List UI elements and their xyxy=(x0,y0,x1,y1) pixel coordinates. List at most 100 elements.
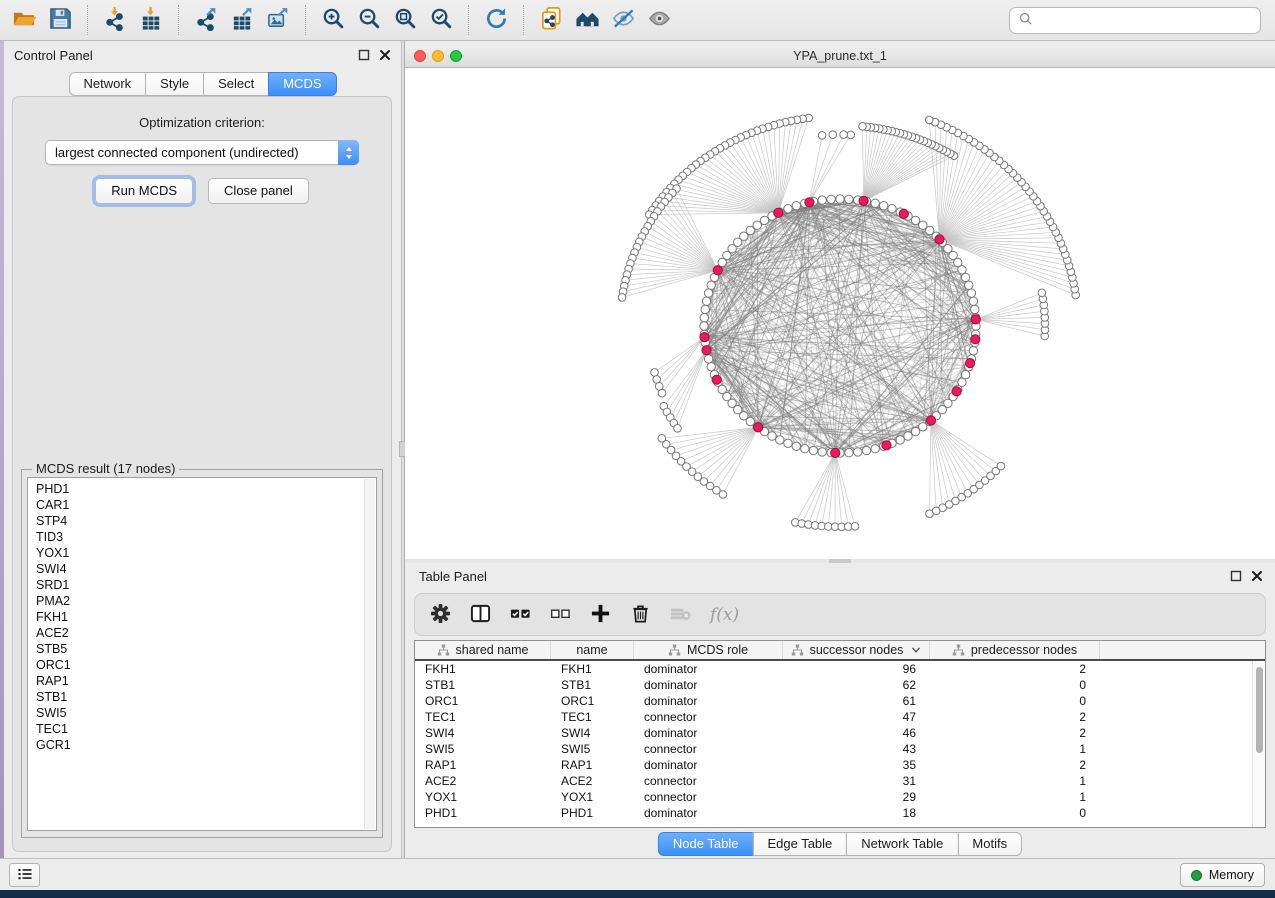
close-panel-icon[interactable] xyxy=(379,49,391,61)
column-header-shared-name[interactable]: shared name xyxy=(415,641,551,659)
deselect-all-rows-button[interactable] xyxy=(550,603,571,627)
zoom-in-button[interactable] xyxy=(315,3,351,37)
table-scrollbar-thumb[interactable] xyxy=(1256,667,1263,753)
table-cell[interactable]: FKH1 xyxy=(415,661,551,677)
table-cell[interactable]: 2 xyxy=(930,757,1100,773)
table-cell[interactable]: SWI4 xyxy=(551,725,634,741)
tab-network-table[interactable]: Network Table xyxy=(846,832,958,856)
close-mcds-panel-button[interactable]: Close panel xyxy=(208,178,309,204)
table-cell[interactable]: dominator xyxy=(634,805,783,821)
table-cell[interactable]: 1 xyxy=(930,789,1100,805)
network-overview-button[interactable] xyxy=(569,3,605,37)
mcds-result-item[interactable]: ACE2 xyxy=(36,625,376,641)
table-cell[interactable]: 0 xyxy=(930,693,1100,709)
table-settings-button[interactable] xyxy=(430,603,451,627)
mcds-result-item[interactable]: YOX1 xyxy=(36,545,376,561)
search-input[interactable] xyxy=(1039,13,1252,28)
table-cell[interactable]: PHD1 xyxy=(551,805,634,821)
table-cell[interactable]: ORC1 xyxy=(551,693,634,709)
delete-table-button[interactable] xyxy=(670,603,691,627)
tab-edge-table[interactable]: Edge Table xyxy=(752,832,847,856)
result-list-scrollbar[interactable] xyxy=(364,479,375,829)
table-cell[interactable]: dominator xyxy=(634,661,783,677)
export-network-button[interactable] xyxy=(188,3,224,37)
table-cell[interactable]: 29 xyxy=(783,789,930,805)
table-cell[interactable]: STB1 xyxy=(551,677,634,693)
memory-button[interactable]: Memory xyxy=(1180,863,1265,887)
select-all-rows-button[interactable] xyxy=(510,603,531,627)
table-cell[interactable]: YOX1 xyxy=(551,789,634,805)
table-cell[interactable]: ACE2 xyxy=(415,773,551,789)
table-cell[interactable]: SWI4 xyxy=(415,725,551,741)
mcds-result-item[interactable]: TID3 xyxy=(36,529,376,545)
table-cell[interactable]: 96 xyxy=(783,661,930,677)
table-cell[interactable]: 1 xyxy=(930,741,1100,757)
column-header-predecessor-nodes[interactable]: predecessor nodes xyxy=(930,641,1100,659)
mcds-result-item[interactable]: STB5 xyxy=(36,641,376,657)
table-cell[interactable]: SWI5 xyxy=(551,741,634,757)
table-cell[interactable]: ACE2 xyxy=(551,773,634,789)
column-visibility-button[interactable] xyxy=(470,603,491,627)
column-header-name[interactable]: name xyxy=(551,641,634,659)
tab-network[interactable]: Network xyxy=(68,72,146,96)
refresh-layout-button[interactable] xyxy=(478,3,514,37)
zoom-selected-button[interactable] xyxy=(423,3,459,37)
mcds-result-item[interactable]: ORC1 xyxy=(36,657,376,673)
table-cell[interactable]: 2 xyxy=(930,709,1100,725)
table-cell[interactable]: ORC1 xyxy=(415,693,551,709)
zoom-out-button[interactable] xyxy=(351,3,387,37)
mcds-result-item[interactable]: GCR1 xyxy=(36,737,376,753)
clone-network-button[interactable] xyxy=(533,3,569,37)
table-cell[interactable]: connector xyxy=(634,709,783,725)
add-column-button[interactable] xyxy=(590,603,611,627)
table-cell[interactable]: dominator xyxy=(634,677,783,693)
table-cell[interactable]: 0 xyxy=(930,805,1100,821)
table-cell[interactable]: TEC1 xyxy=(415,709,551,725)
float-panel-icon[interactable] xyxy=(358,49,370,61)
table-cell[interactable]: 35 xyxy=(783,757,930,773)
table-cell[interactable]: dominator xyxy=(634,757,783,773)
table-cell[interactable]: 31 xyxy=(783,773,930,789)
tab-node-table[interactable]: Node Table xyxy=(658,832,754,856)
float-panel-icon[interactable] xyxy=(1230,570,1242,582)
search-box[interactable] xyxy=(1009,7,1261,34)
column-header-mcds-role[interactable]: MCDS role xyxy=(634,641,783,659)
mcds-result-item[interactable]: PHD1 xyxy=(36,481,376,497)
table-cell[interactable]: RAP1 xyxy=(551,757,634,773)
mcds-result-item[interactable]: STP4 xyxy=(36,513,376,529)
table-cell[interactable]: RAP1 xyxy=(415,757,551,773)
table-cell[interactable]: 43 xyxy=(783,741,930,757)
table-cell[interactable]: connector xyxy=(634,741,783,757)
tab-mcds[interactable]: MCDS xyxy=(268,72,336,96)
table-cell[interactable]: YOX1 xyxy=(415,789,551,805)
table-cell[interactable]: FKH1 xyxy=(551,661,634,677)
table-cell[interactable]: 46 xyxy=(783,725,930,741)
import-network-button[interactable] xyxy=(97,3,133,37)
table-cell[interactable]: connector xyxy=(634,789,783,805)
hide-graphics-details-button[interactable] xyxy=(605,3,641,37)
zoom-fit-button[interactable] xyxy=(387,3,423,37)
table-cell[interactable]: 47 xyxy=(783,709,930,725)
table-cell[interactable]: 2 xyxy=(930,725,1100,741)
mcds-result-item[interactable]: SWI5 xyxy=(36,705,376,721)
table-cell[interactable]: TEC1 xyxy=(551,709,634,725)
show-graphics-details-button[interactable] xyxy=(641,3,677,37)
mcds-result-item[interactable]: CAR1 xyxy=(36,497,376,513)
column-header-successor-nodes[interactable]: successor nodes xyxy=(783,641,930,659)
close-panel-icon[interactable] xyxy=(1251,570,1263,582)
table-cell[interactable]: dominator xyxy=(634,725,783,741)
mcds-result-item[interactable]: RAP1 xyxy=(36,673,376,689)
table-cell[interactable]: 62 xyxy=(783,677,930,693)
table-scrollbar[interactable] xyxy=(1252,661,1265,827)
function-builder-button[interactable]: f(x) xyxy=(710,605,739,625)
tab-motifs[interactable]: Motifs xyxy=(957,832,1022,856)
run-mcds-button[interactable]: Run MCDS xyxy=(95,178,193,204)
save-session-button[interactable] xyxy=(42,3,78,37)
import-table-button[interactable] xyxy=(133,3,169,37)
mcds-result-item[interactable]: TEC1 xyxy=(36,721,376,737)
table-cell[interactable]: 1 xyxy=(930,773,1100,789)
criterion-select[interactable]: largest connected component (undirected) xyxy=(45,140,359,165)
table-cell[interactable]: 18 xyxy=(783,805,930,821)
table-cell[interactable]: 0 xyxy=(930,677,1100,693)
export-table-button[interactable] xyxy=(224,3,260,37)
